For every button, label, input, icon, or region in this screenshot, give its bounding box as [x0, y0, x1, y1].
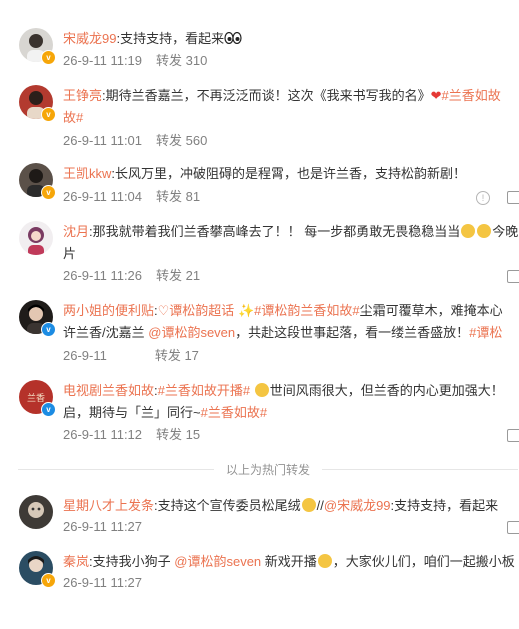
meta: 26-9-11 转发 17	[63, 348, 199, 364]
repost-text: 星期八才上发条:支持这个宣传委员松尾绒//@宋威龙99:支持支持，看起来	[63, 498, 499, 513]
mention-link[interactable]: @谭松韵seven	[174, 554, 261, 569]
reply-icon[interactable]	[507, 521, 519, 534]
meta: 26-9-11 11:04 转发 81	[63, 189, 200, 205]
smile-emoji	[254, 383, 269, 397]
topic-link[interactable]: #兰香如故	[442, 88, 501, 103]
repost-text: 王凯kkw:长风万里，冲破阻碍的是程霄，也是许兰香，支持松韵新剧！	[63, 166, 467, 181]
timestamp[interactable]: 26-9-11	[63, 348, 107, 363]
repost-text-continued: 许兰香/沈嘉兰 @谭松韵seven，共赴这段世事起落，看一缕兰香盛放！#谭松	[63, 325, 503, 340]
divider-label-wrap: 以上为热门转发	[18, 461, 518, 478]
repost-text-continued: 启，期待与「兰」同行~#兰香如故#	[63, 405, 268, 420]
party-emoji	[317, 554, 332, 568]
vip-badge-icon: v	[41, 107, 56, 122]
meta: 26-9-11 11:19 转发 310	[63, 53, 207, 69]
username[interactable]: 秦岚	[63, 554, 89, 569]
svg-text:兰香: 兰香	[27, 392, 45, 404]
vip-badge-icon: v	[41, 573, 56, 588]
repost-count[interactable]: 转发 21	[156, 268, 200, 283]
repost-count[interactable]: 转发 81	[156, 189, 200, 204]
repost-count[interactable]: 转发 560	[156, 133, 207, 148]
username[interactable]: 两小姐的便利贴	[63, 303, 154, 318]
meta: 26-9-11 11:27	[63, 519, 142, 535]
avatar[interactable]: v	[19, 551, 56, 588]
repost-count[interactable]: 转发 17	[155, 348, 199, 363]
reply-icon[interactable]	[507, 191, 519, 204]
hot-reposts-divider: 以上为热门转发	[18, 459, 518, 479]
mention-link[interactable]: @宋威龙99	[324, 498, 391, 513]
eyes-emoji	[224, 32, 242, 44]
username[interactable]: 电视剧兰香如故	[63, 383, 154, 398]
topic-link[interactable]: #兰香如故#	[201, 405, 267, 420]
divider-label: 以上为热门转发	[213, 463, 322, 477]
alert-icon[interactable]: !	[476, 191, 490, 205]
username[interactable]: 宋威龙99	[63, 31, 116, 46]
topic-link[interactable]: #兰香如故开播#	[158, 383, 250, 398]
repost-text: 秦岚:支持我小狗子 @谭松韵seven 新戏开播 ，大家伙儿们，咱们一起搬小板	[63, 554, 515, 569]
avatar[interactable]: v	[19, 163, 56, 200]
repost-text: 宋威龙99:支持支持，看起来	[63, 28, 519, 50]
timestamp[interactable]: 26-9-11 11:12	[63, 427, 142, 442]
repost-text: 电视剧兰香如故:#兰香如故开播# 世间风雨很大，但兰香的内心更加强大！	[63, 383, 504, 398]
repost-item: 沈月:那我就带着我们兰香攀高峰去了！！ 每一步都勇敢无畏稳稳当当 今晚 片 26-…	[0, 221, 519, 299]
avatar[interactable]: v	[19, 85, 56, 122]
username[interactable]: 王铮亮	[63, 88, 102, 103]
topic-link-tail[interactable]: 故#	[63, 110, 83, 125]
reply-icon[interactable]	[507, 270, 519, 283]
repost-text: 沈月:那我就带着我们兰香攀高峰去了！！ 每一步都勇敢无畏稳稳当当 今晚	[63, 224, 519, 239]
avatar[interactable]	[19, 495, 53, 529]
timestamp[interactable]: 26-9-11 11:26	[63, 268, 142, 283]
repost-item: v 两小姐的便利贴:♡谭松韵超话 ✨#谭松韵兰香如故#尘霜可覆草木，难掩本心 许…	[0, 300, 519, 378]
timestamp[interactable]: 26-9-11 11:27	[63, 519, 142, 534]
heart-emoji: ❤	[430, 88, 442, 103]
avatar[interactable]: 兰香 v	[19, 380, 56, 417]
avatar[interactable]	[19, 221, 53, 255]
verified-badge-icon: v	[41, 402, 56, 417]
repost-text: 两小姐的便利贴:♡谭松韵超话 ✨#谭松韵兰香如故#尘霜可覆草木，难掩本心	[63, 303, 503, 318]
crying-emoji	[477, 224, 492, 238]
meta: 26-9-11 11:01 转发 560	[63, 133, 207, 149]
repost-count[interactable]: 转发 15	[156, 427, 200, 442]
avatar[interactable]: v	[19, 28, 56, 65]
verified-badge-icon: v	[41, 322, 56, 337]
crying-emoji	[461, 224, 476, 238]
repost-item: 兰香 v 电视剧兰香如故:#兰香如故开播# 世间风雨很大，但兰香的内心更加强大！…	[0, 380, 519, 458]
repost-text-continued: 片	[63, 246, 77, 261]
super-topic-link[interactable]: 谭松韵超话	[169, 303, 234, 318]
topic-link[interactable]: #谭松韵兰香如故#	[254, 303, 359, 318]
sparkle-emoji: ✨	[237, 303, 255, 318]
meta: 26-9-11 11:26 转发 21	[63, 268, 200, 284]
super-topic-icon: ♡	[157, 303, 170, 318]
laugh-emoji	[301, 498, 316, 512]
repost-text-continued: 故#	[63, 107, 519, 129]
username[interactable]: 沈月	[63, 224, 89, 239]
repost-count[interactable]: 转发 310	[156, 53, 207, 68]
mention-link[interactable]: @谭松韵seven	[148, 325, 235, 340]
meta: 26-9-11 11:12 转发 15	[63, 427, 200, 443]
meta: 26-9-11 11:27	[63, 575, 142, 591]
username[interactable]: 王凯kkw	[63, 166, 111, 181]
repost-text: 王铮亮:期待兰香嘉兰，不再泛泛而谈！这次《我来书写我的名》❤#兰香如故	[63, 88, 501, 103]
timestamp[interactable]: 26-9-11 11:19	[63, 53, 142, 68]
username[interactable]: 星期八才上发条	[63, 498, 154, 513]
avatar[interactable]: v	[19, 300, 56, 337]
vip-badge-icon: v	[41, 50, 56, 65]
repost-item: v 王铮亮:期待兰香嘉兰，不再泛泛而谈！这次《我来书写我的名》❤#兰香如故 故#…	[0, 85, 519, 163]
topic-link[interactable]: #谭松	[469, 325, 502, 340]
repost-item: v 秦岚:支持我小狗子 @谭松韵seven 新戏开播 ，大家伙儿们，咱们一起搬小板…	[0, 551, 519, 629]
vip-badge-icon: v	[41, 185, 56, 200]
timestamp[interactable]: 26-9-11 11:04	[63, 189, 142, 204]
timestamp[interactable]: 26-9-11 11:01	[63, 133, 142, 148]
reply-icon[interactable]	[507, 429, 519, 442]
